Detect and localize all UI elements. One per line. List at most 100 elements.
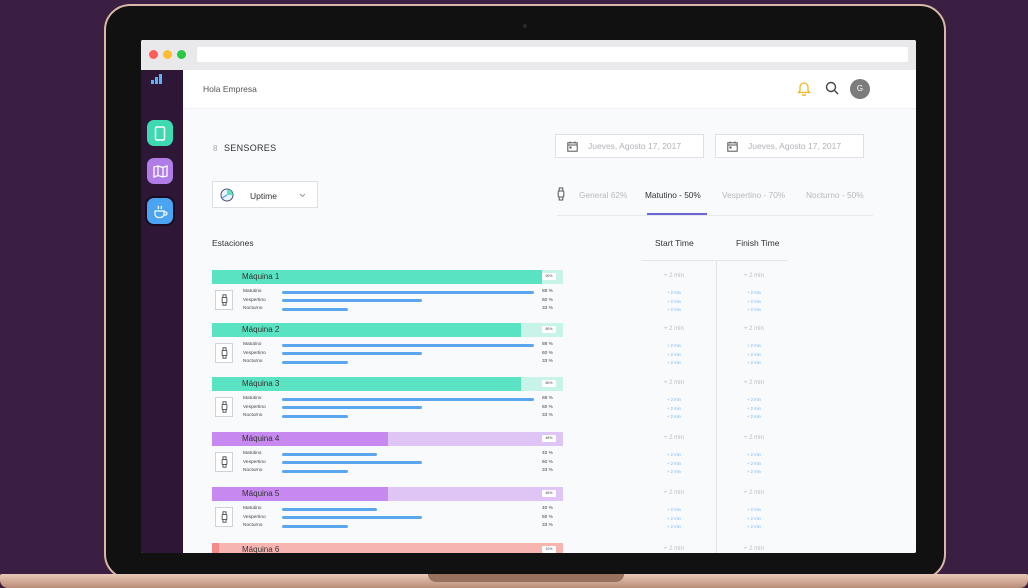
finish-time-shift: + 2 min <box>747 360 761 365</box>
tab-nocturno[interactable]: Nocturno - 50% <box>806 190 864 200</box>
start-time-shift: + 2 min <box>667 405 681 411</box>
watch-icon <box>221 511 227 523</box>
machine-percent-badge: 80% <box>542 380 556 387</box>
watch-icon-box <box>215 452 233 472</box>
start-time-shift: + 2 min <box>667 414 681 419</box>
sidebar-item-tablet[interactable] <box>147 120 173 146</box>
start-time-shift: + 2 min <box>667 351 681 357</box>
shift-bar <box>282 290 534 294</box>
avatar[interactable]: G <box>850 79 870 99</box>
finish-time-shift: + 2 min <box>747 343 761 348</box>
maximize-dot[interactable] <box>177 50 186 59</box>
browser-bar <box>141 40 916 70</box>
chevron-down-icon <box>299 193 306 198</box>
shift-label: Vespertino <box>243 297 266 303</box>
tablet-icon <box>154 125 166 141</box>
finish-time-shift: + 2 min <box>747 397 761 402</box>
shift-value: 33 % <box>542 468 553 473</box>
shift-tabs: General 62% Matutino - 50% Vespertino - … <box>557 181 873 216</box>
minimize-dot[interactable] <box>163 50 172 59</box>
watch-icon-box <box>215 290 233 310</box>
map-icon <box>152 164 168 178</box>
watch-icon <box>557 187 565 201</box>
search-icon[interactable] <box>825 80 839 101</box>
tab-vespertino[interactable]: Vespertino - 70% <box>722 190 785 200</box>
tab-matutino[interactable]: Matutino - 50% <box>645 190 701 200</box>
shift-label: Nocturno <box>243 359 263 364</box>
machine-bar[interactable]: Máquina 6 10% <box>212 543 563 553</box>
machine-bar[interactable]: Máquina 5 48% <box>212 487 563 501</box>
shift-bar <box>282 307 348 311</box>
metric-select-value: Uptime <box>250 191 277 201</box>
sidebar-item-map[interactable] <box>147 158 173 184</box>
start-time-shift: + 2 min <box>667 343 681 348</box>
start-time-shift: + 2 min <box>667 452 681 457</box>
shift-bar <box>282 461 423 464</box>
shift-value: 60 % <box>542 350 553 356</box>
finish-time: + 2 min <box>744 380 764 386</box>
watch-icon-box <box>215 397 233 417</box>
shift-bar <box>282 524 348 528</box>
finish-time-shift: + 2 min <box>747 298 761 304</box>
machine-name: Máquina 1 <box>242 272 280 281</box>
finish-time: + 2 min <box>744 490 764 496</box>
tab-general[interactable]: General 62% <box>579 190 627 200</box>
sidebar-item-coffee[interactable] <box>147 198 173 224</box>
finish-time-shift: + 2 min <box>747 414 761 419</box>
shift-value: 88 % <box>542 289 553 294</box>
machine-uptime-fill <box>212 487 388 501</box>
machine-percent-badge: 48% <box>542 490 556 497</box>
greeting: Hola Empresa <box>203 84 257 94</box>
machine-percent-badge: 48% <box>542 435 556 442</box>
machine-bar[interactable]: Máquina 3 80% <box>212 377 563 391</box>
date-start-picker[interactable]: Jueves, Agosto 17, 2017 <box>555 134 704 158</box>
gauge-icon <box>220 188 234 202</box>
column-stations: Estaciones <box>212 238 254 248</box>
main-content: Hola Empresa G 8 SENSORES Jueves, Agosto… <box>183 70 916 553</box>
date-end-picker[interactable]: Jueves, Agosto 17, 2017 <box>715 134 864 158</box>
shift-label: Matutino <box>243 451 262 456</box>
shift-label: Nocturno <box>243 523 263 528</box>
shift-value: 33 % <box>542 359 553 364</box>
time-column-divider <box>716 260 717 553</box>
shift-label: Nocturno <box>243 468 263 473</box>
start-time-shift: + 2 min <box>667 469 681 474</box>
time-header-divider <box>642 260 788 261</box>
machine-name: Máquina 4 <box>242 434 280 443</box>
watch-icon-box <box>215 507 233 527</box>
shift-label: Nocturno <box>243 413 263 418</box>
shift-value: 60 % <box>542 459 553 465</box>
watch-icon <box>221 456 227 468</box>
finish-time: + 2 min <box>744 546 764 552</box>
shift-value: 40 % <box>542 506 553 511</box>
column-start-time: Start Time <box>655 238 694 248</box>
finish-time-shift: + 2 min <box>747 524 761 529</box>
start-time: + 2 min <box>664 380 684 386</box>
start-time-shift: + 2 min <box>667 524 681 529</box>
start-time: + 2 min <box>664 273 684 279</box>
url-bar[interactable] <box>197 47 908 62</box>
start-time-shift: + 2 min <box>667 307 681 312</box>
close-dot[interactable] <box>149 50 158 59</box>
machine-bar[interactable]: Máquina 2 80% <box>212 323 563 337</box>
screen: Hola Empresa G 8 SENSORES Jueves, Agosto… <box>141 40 916 553</box>
shift-bar <box>282 360 348 364</box>
sensor-label: SENSORES <box>224 143 277 153</box>
calendar-icon <box>567 141 578 152</box>
metric-select[interactable]: Uptime <box>212 181 318 208</box>
start-time-shift: + 2 min <box>667 397 681 402</box>
shift-value: 33 % <box>542 413 553 418</box>
finish-time: + 2 min <box>744 435 764 441</box>
machine-bar[interactable]: Máquina 4 48% <box>212 432 563 446</box>
shift-label: Vespertino <box>243 404 266 410</box>
column-finish-time: Finish Time <box>736 238 780 248</box>
bell-icon[interactable] <box>796 80 812 101</box>
shift-label: Nocturno <box>243 306 263 311</box>
date-start-text: Jueves, Agosto 17, 2017 <box>588 141 682 151</box>
shift-bar <box>282 406 423 409</box>
machine-bar[interactable]: Máquina 1 90% <box>212 270 563 284</box>
finish-time-shift: + 2 min <box>747 351 761 357</box>
sidebar <box>141 70 183 553</box>
finish-time: + 2 min <box>744 326 764 332</box>
start-time-shift: + 2 min <box>667 460 681 466</box>
